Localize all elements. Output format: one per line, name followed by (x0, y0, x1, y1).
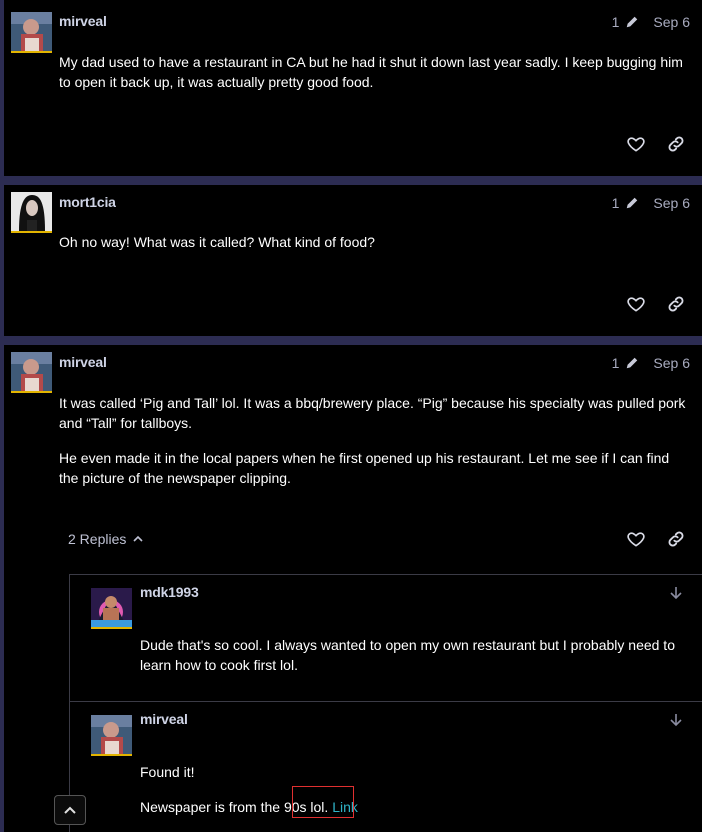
replies-count-label: 2 Replies (68, 531, 127, 547)
pencil-icon[interactable] (625, 196, 639, 210)
post-paragraph: It was called ‘Pig and Tall’ lol. It was… (59, 395, 686, 431)
post-2: mort1cia 1 Sep 6 Oh no way! What was it … (4, 185, 702, 336)
avatar[interactable] (91, 588, 132, 629)
arrow-down-icon[interactable] (668, 712, 684, 728)
reply-2: mirveal Found it! Newspaper is from the … (70, 702, 702, 832)
reply-paragraph: Found it! (140, 764, 195, 780)
embedded-replies: mdk1993 Dude that's so cool. I always wa… (69, 574, 702, 832)
link-icon[interactable] (666, 529, 686, 549)
reply-1: mdk1993 Dude that's so cool. I always wa… (70, 575, 702, 702)
avatar[interactable] (11, 192, 52, 233)
username[interactable]: mirveal (59, 13, 107, 29)
edit-count[interactable]: 1 (612, 355, 620, 371)
post-paragraph: My dad used to have a restaurant in CA b… (59, 54, 683, 90)
replies-toggle-button[interactable]: 2 Replies (68, 531, 144, 547)
avatar[interactable] (91, 715, 132, 756)
post-date[interactable]: Sep 6 (653, 195, 690, 211)
highlight-box (292, 786, 354, 818)
pencil-icon[interactable] (625, 356, 639, 370)
post-body: My dad used to have a restaurant in CA b… (59, 52, 688, 107)
reply-paragraph: Dude that's so cool. I always wanted to … (140, 637, 675, 673)
post-body: It was called ‘Pig and Tall’ lol. It was… (59, 393, 688, 503)
post-meta: 1 Sep 6 (612, 195, 690, 211)
edit-count[interactable]: 1 (612, 195, 620, 211)
scroll-to-top-button[interactable] (54, 795, 86, 825)
reply-body: Dude that's so cool. I always wanted to … (140, 635, 688, 690)
pencil-icon[interactable] (625, 15, 639, 29)
reply-body: Found it! Newspaper is from the 90s lol.… (140, 762, 688, 832)
reply-paragraph: Newspaper is from the 90s lol. Link (140, 797, 688, 817)
avatar[interactable] (11, 352, 52, 393)
post-paragraph: Oh no way! What was it called? What kind… (59, 234, 375, 250)
post-meta: 1 Sep 6 (612, 355, 690, 371)
post-3: mirveal 1 Sep 6 It was called ‘Pig and T… (4, 345, 702, 832)
post-1: mirveal 1 Sep 6 My dad used to have a re… (4, 0, 702, 176)
post-meta: 1 Sep 6 (612, 14, 690, 30)
arrow-down-icon[interactable] (668, 585, 684, 601)
heart-icon[interactable] (626, 529, 646, 549)
post-date[interactable]: Sep 6 (653, 355, 690, 371)
link-icon[interactable] (666, 294, 686, 314)
chevron-up-icon (133, 535, 143, 542)
avatar[interactable] (11, 12, 52, 53)
username[interactable]: mirveal (59, 354, 107, 370)
username[interactable]: mort1cia (59, 194, 116, 210)
heart-icon[interactable] (626, 294, 646, 314)
post-body: Oh no way! What was it called? What kind… (59, 232, 688, 267)
chevron-up-icon (64, 806, 76, 814)
username[interactable]: mdk1993 (140, 584, 199, 600)
heart-icon[interactable] (626, 134, 646, 154)
post-paragraph: He even made it in the local papers when… (59, 450, 670, 486)
edit-count[interactable]: 1 (612, 14, 620, 30)
post-date[interactable]: Sep 6 (653, 14, 690, 30)
username[interactable]: mirveal (140, 711, 188, 727)
link-icon[interactable] (666, 134, 686, 154)
